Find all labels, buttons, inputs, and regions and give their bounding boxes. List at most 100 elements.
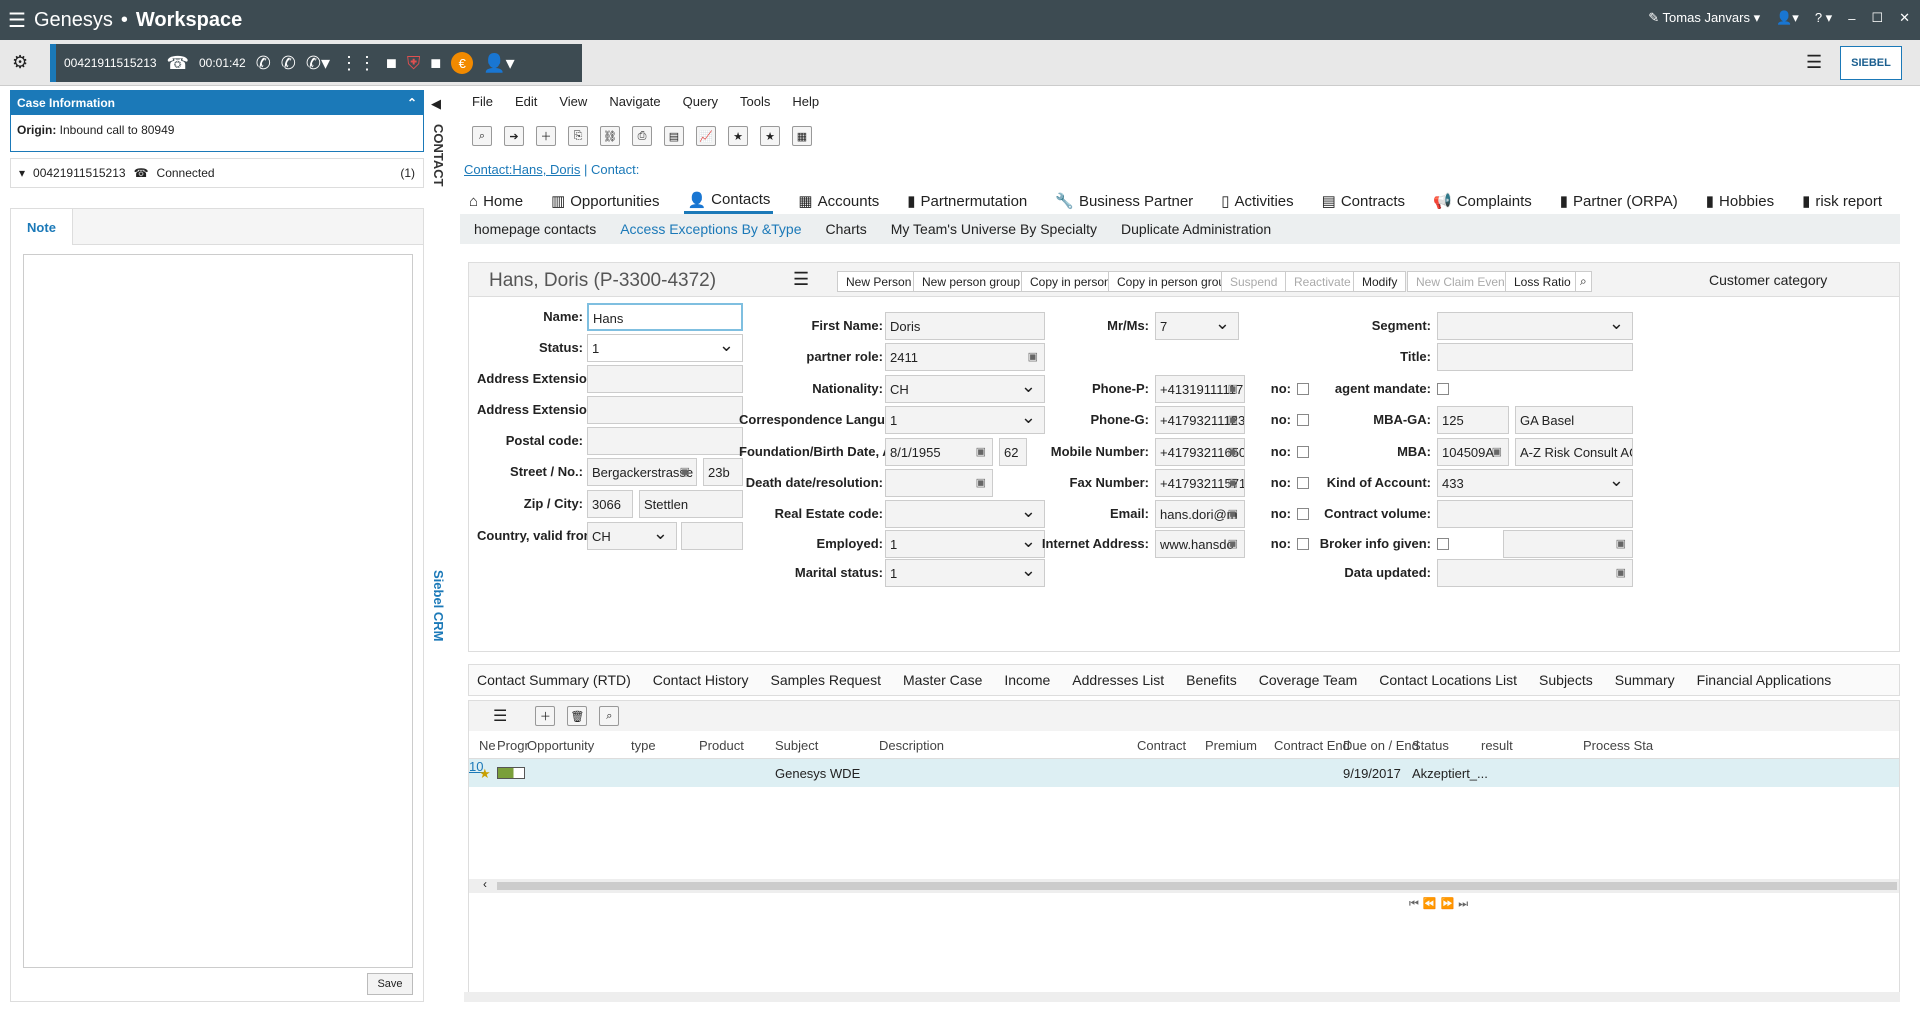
col-description[interactable]: Description (879, 738, 944, 753)
tab-accounts[interactable]: ▦ Accounts (795, 190, 882, 212)
tab-partner-orpa[interactable]: ▮ Partner (ORPA) (1557, 190, 1681, 212)
hold-icon[interactable]: ✆ (281, 53, 296, 74)
segment-select[interactable] (1437, 312, 1633, 340)
tab-risk-report[interactable]: ▮ risk report (1799, 190, 1885, 212)
name-input[interactable]: Hans (587, 303, 743, 331)
user-menu[interactable]: ✎ Tomas Janvars ▾ (1648, 10, 1760, 26)
collapse-icon[interactable]: ⌃ (407, 96, 417, 110)
save-button[interactable]: Save (367, 973, 413, 995)
subtab-financial-applications[interactable]: Financial Applications (1697, 672, 1832, 688)
death-date-input[interactable] (885, 469, 993, 497)
tab-business-partner[interactable]: 🔧 Business Partner (1052, 190, 1196, 212)
shield-icon[interactable]: ⛨ (407, 53, 421, 74)
back-icon[interactable]: ◀ (431, 96, 441, 112)
col-premium[interactable]: Premium (1205, 738, 1257, 753)
menu-icon[interactable]: ☰ (793, 269, 809, 290)
siebel-side-tab[interactable]: Siebel CRM (431, 570, 446, 642)
add-icon[interactable]: ＋ (535, 706, 556, 726)
suspend-button[interactable]: Suspend (1221, 271, 1287, 292)
record-icon[interactable]: ■ (430, 53, 441, 74)
col-result[interactable]: result (1481, 738, 1513, 753)
new-claim-event-button[interactable]: New Claim Event (1407, 271, 1518, 292)
status-select[interactable]: 1 (587, 334, 743, 362)
scroll-thumb[interactable] (497, 882, 1897, 890)
close-icon[interactable]: ✕ (1899, 10, 1910, 26)
kind-of-account-select[interactable]: 433 (1437, 469, 1633, 497)
internet-no-checkbox[interactable] (1297, 538, 1309, 550)
euro-icon[interactable]: € (451, 52, 474, 74)
subtab-coverage-team[interactable]: Coverage Team (1259, 672, 1358, 688)
tab-partnermutation[interactable]: ▮ Partnermutation (904, 190, 1030, 212)
contact-side-tab[interactable]: CONTACT (431, 124, 446, 187)
delete-icon[interactable]: 🗑 (567, 706, 588, 726)
view-duplicate-admin[interactable]: Duplicate Administration (1121, 221, 1271, 237)
tab-hobbies[interactable]: ▮ Hobbies (1703, 190, 1777, 212)
menu-help[interactable]: Help (792, 94, 819, 109)
breadcrumb-link[interactable]: Contact:Hans, Doris (464, 162, 580, 177)
col-subject[interactable]: Subject (775, 738, 818, 753)
search-icon[interactable]: ⌕ (599, 706, 620, 726)
phone-icon[interactable]: ☎ (167, 53, 189, 74)
menu-file[interactable]: File (472, 94, 493, 109)
table-row[interactable]: ★ 10 Genesys WDE 9/19/2017 Akzeptiert_..… (469, 759, 1899, 787)
view-homepage-contacts[interactable]: homepage contacts (474, 221, 596, 237)
go-icon[interactable]: ➔ (504, 126, 524, 146)
col-status[interactable]: Status (1412, 738, 1449, 753)
copy-icon[interactable]: ⎘ (568, 126, 588, 146)
menu-query[interactable]: Query (683, 94, 718, 109)
expand-icon[interactable]: ▾ (19, 166, 25, 180)
tab-contracts[interactable]: ▤ Contracts (1319, 190, 1408, 212)
broker-info-checkbox[interactable] (1437, 538, 1449, 550)
postal-code-input[interactable] (587, 427, 743, 455)
page-scrollbar[interactable] (464, 992, 1900, 1002)
col-contract[interactable]: Contract (1137, 738, 1186, 753)
menu-edit[interactable]: Edit (515, 94, 537, 109)
country-select[interactable]: CH (587, 522, 677, 550)
view-charts[interactable]: Charts (826, 221, 867, 237)
email-no-checkbox[interactable] (1297, 508, 1309, 520)
search-icon[interactable]: ⌕ (1575, 271, 1592, 292)
marital-status-select[interactable]: 1 (885, 559, 1045, 587)
call-row[interactable]: ▾ 00421911515213 ☎ Connected (1) (10, 158, 424, 188)
hangup-icon[interactable]: ✆ (256, 53, 271, 74)
copy-in-person-button[interactable]: Copy in person (1021, 271, 1120, 292)
valid-from-input[interactable] (681, 522, 743, 550)
new-person-button[interactable]: New Person (837, 271, 921, 292)
consult-icon[interactable]: 👤▾ (483, 53, 514, 74)
mba-input[interactable]: 104509A (1437, 438, 1509, 466)
dialpad-icon[interactable]: ⋮⋮ (340, 53, 376, 74)
correspondence-language-select[interactable]: 1 (885, 406, 1045, 434)
subtab-contact-locations[interactable]: Contact Locations List (1379, 672, 1517, 688)
loss-ratio-button[interactable]: Loss Ratio (1505, 271, 1580, 292)
phone-p-no-checkbox[interactable] (1297, 383, 1309, 395)
address-ext1-input[interactable] (587, 365, 743, 393)
mba-ga-input[interactable]: 125 (1437, 406, 1509, 434)
birth-date-input[interactable]: 8/1/1955 (885, 438, 993, 466)
tab-complaints[interactable]: 📢 Complaints (1430, 190, 1535, 212)
pager-icon[interactable]: ⏮⏪⏩⏭ (1409, 897, 1472, 911)
tab-home[interactable]: ⌂ Home (466, 191, 526, 212)
chart-icon[interactable]: 📈 (696, 126, 716, 146)
search-icon[interactable]: ⌕ (472, 126, 492, 146)
col-opportunity[interactable]: Opportunity (527, 738, 594, 753)
nationality-select[interactable]: CH (885, 375, 1045, 403)
menu-tools[interactable]: Tools (740, 94, 770, 109)
workspace-icon[interactable]: ⚙ (12, 52, 28, 73)
menu-icon[interactable]: ☰ (1806, 52, 1822, 73)
transfer-icon[interactable]: ✆▾ (306, 53, 330, 74)
horizontal-scrollbar[interactable]: ‹ (469, 877, 1899, 893)
mr-ms-select[interactable]: 7 (1155, 312, 1239, 340)
status-icon[interactable]: 👤▾ (1776, 10, 1799, 26)
subtab-income[interactable]: Income (1004, 672, 1050, 688)
col-progress[interactable]: Progr (497, 738, 529, 753)
subtab-benefits[interactable]: Benefits (1186, 672, 1237, 688)
print-icon[interactable]: ⎙ (632, 126, 652, 146)
minimize-icon[interactable]: – (1848, 11, 1855, 26)
subtab-subjects[interactable]: Subjects (1539, 672, 1593, 688)
phone-g-no-checkbox[interactable] (1297, 414, 1309, 426)
subtab-contact-history[interactable]: Contact History (653, 672, 749, 688)
new-person-group-button[interactable]: New person group (913, 271, 1030, 292)
reactivate-button[interactable]: Reactivate (1285, 271, 1360, 292)
link-icon[interactable]: ⛓ (600, 126, 620, 146)
city-input[interactable]: Stettlen (639, 490, 743, 518)
